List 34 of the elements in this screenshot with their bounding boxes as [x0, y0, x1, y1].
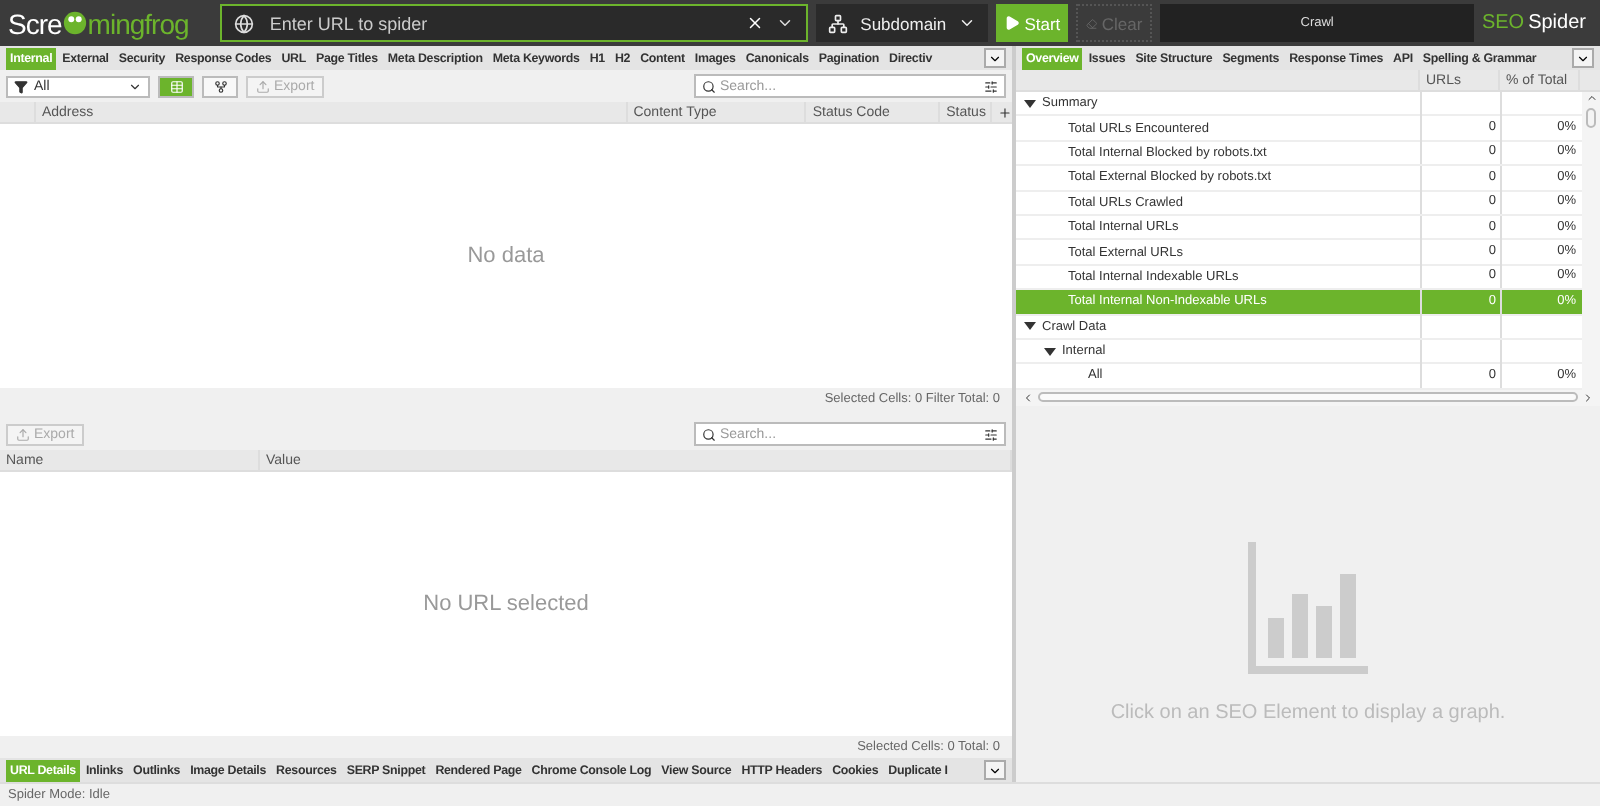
add-column-icon[interactable] — [998, 105, 1012, 119]
mode-dropdown[interactable]: Subdomain — [816, 4, 989, 42]
bar-chart-icon — [1248, 542, 1368, 675]
globe-icon — [233, 13, 254, 33]
brand-title: SEO Spider — [1481, 12, 1588, 34]
play-icon — [1004, 14, 1021, 32]
table-icon — [169, 79, 183, 93]
url-bar[interactable]: Enter URL to spider — [219, 4, 809, 42]
caret-icon — [988, 51, 1002, 65]
settings-icon[interactable] — [984, 79, 998, 93]
caret-icon — [1576, 51, 1590, 65]
upload-icon — [256, 79, 270, 93]
url-field[interactable]: Enter URL to spider — [265, 11, 735, 35]
more-tabs-button[interactable] — [984, 760, 1006, 780]
more-tabs-button[interactable] — [1572, 48, 1594, 68]
upload-icon — [16, 427, 30, 441]
search-icon — [702, 79, 716, 93]
logo: Scre mingfrog — [8, 7, 191, 39]
more-tabs-button[interactable] — [984, 48, 1006, 68]
search-icon — [702, 427, 716, 441]
tree-view-button[interactable] — [202, 75, 238, 97]
settings-icon[interactable] — [984, 427, 998, 441]
frog-icon — [61, 10, 88, 36]
scrollbar[interactable] — [1582, 92, 1600, 390]
network-icon — [828, 13, 849, 33]
eraser-icon — [1086, 15, 1098, 31]
close-icon[interactable] — [746, 14, 765, 32]
empty-message: No data — [467, 244, 545, 268]
filter-icon — [14, 79, 28, 93]
caret-icon — [128, 79, 142, 93]
caret-icon — [988, 763, 1002, 777]
empty-message: No URL selected — [423, 592, 589, 616]
tree-icon — [213, 79, 227, 93]
dropdown-icon[interactable] — [776, 14, 795, 32]
